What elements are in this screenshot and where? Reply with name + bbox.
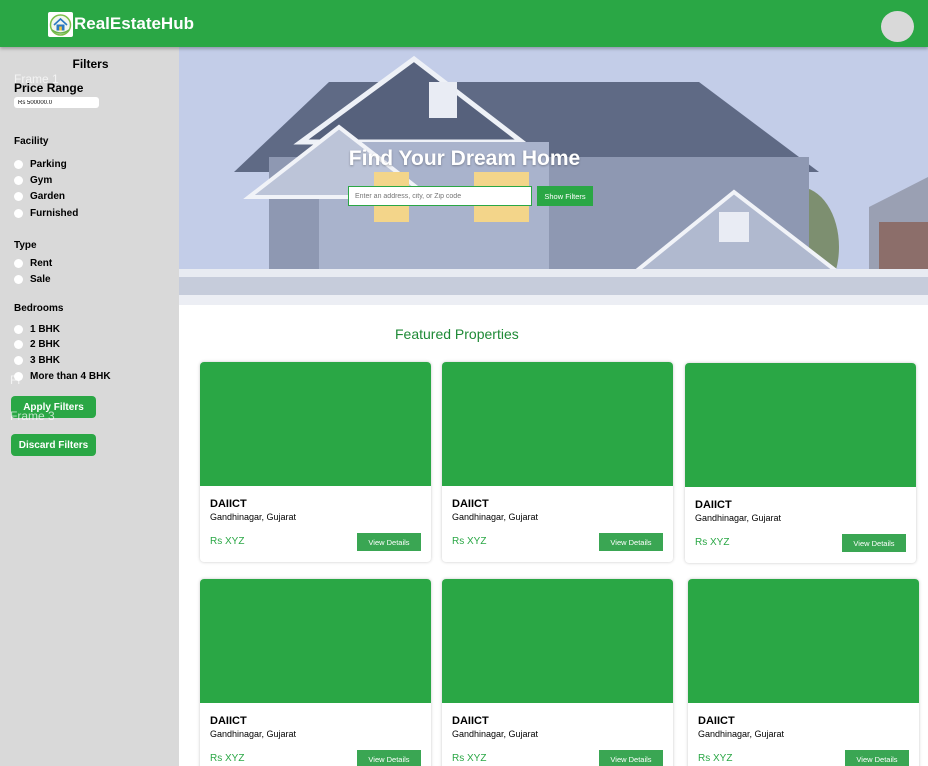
view-details-button[interactable]: View Details (842, 534, 906, 552)
property-location: Gandhinagar, Gujarat (452, 729, 539, 739)
property-image[interactable] (442, 579, 673, 703)
property-card[interactable]: DAIICT Gandhinagar, Gujarat Rs XYZ View … (442, 579, 673, 766)
filters-title: Filters (72, 57, 109, 71)
bedroom-option-2bhk[interactable]: 2 BHK (14, 338, 61, 350)
radio-button[interactable] (14, 355, 23, 365)
option-label: Sale (30, 273, 51, 285)
property-location: Gandhinagar, Gujarat (695, 513, 782, 523)
radio-button[interactable] (14, 191, 23, 201)
radio-button[interactable] (14, 159, 23, 169)
type-option-sale[interactable]: Sale (14, 273, 51, 285)
property-location: Gandhinagar, Gujarat (210, 729, 297, 739)
property-location: Gandhinagar, Gujarat (452, 512, 539, 522)
hero-title: Find Your Dream Home (348, 147, 581, 170)
radio-button[interactable] (14, 175, 23, 185)
property-card[interactable]: DAIICT Gandhinagar, Gujarat Rs XYZ View … (200, 362, 431, 562)
radio-button[interactable] (14, 324, 23, 334)
type-title: Type (14, 240, 37, 251)
property-image[interactable] (688, 579, 919, 703)
view-details-button[interactable]: View Details (845, 750, 909, 766)
property-location: Gandhinagar, Gujarat (698, 729, 785, 739)
bedrooms-title: Bedrooms (14, 303, 64, 314)
property-image[interactable] (200, 579, 431, 703)
top-header: RealEstateHub (0, 0, 928, 47)
option-label: More than 4 BHK (30, 370, 111, 382)
filters-sidebar: Filters Frame 1 Price Range Facility Par… (0, 47, 179, 766)
view-details-button[interactable]: View Details (357, 533, 421, 551)
radio-button[interactable] (14, 274, 23, 284)
property-price: Rs XYZ (452, 536, 487, 547)
hero-banner: Find Your Dream Home Show Filters (179, 47, 928, 305)
type-option-rent[interactable]: Rent (14, 257, 53, 269)
property-price: Rs XYZ (698, 753, 733, 764)
property-name: DAIICT (452, 498, 489, 510)
house-logo-icon[interactable] (48, 12, 73, 37)
radio-button[interactable] (14, 258, 23, 268)
option-label: Parking (30, 158, 67, 170)
brand-name[interactable]: RealEstateHub (74, 14, 194, 34)
bedroom-option-1bhk[interactable]: 1 BHK (14, 323, 61, 335)
radio-button[interactable] (14, 371, 23, 381)
radio-button[interactable] (14, 339, 23, 349)
view-details-button[interactable]: View Details (357, 750, 421, 766)
property-card[interactable]: DAIICT Gandhinagar, Gujarat Rs XYZ View … (688, 579, 919, 766)
property-location: Gandhinagar, Gujarat (210, 512, 297, 522)
address-search-input[interactable] (348, 186, 532, 206)
facility-option-gym[interactable]: Gym (14, 174, 53, 186)
view-details-button[interactable]: View Details (599, 750, 663, 766)
property-price: Rs XYZ (452, 753, 487, 764)
option-label: Gym (30, 174, 53, 186)
property-name: DAIICT (210, 498, 247, 510)
property-price: Rs XYZ (210, 753, 245, 764)
option-label: 1 BHK (30, 323, 61, 335)
show-filters-button[interactable]: Show Filters (537, 186, 593, 206)
frame-3-ghost-label: Frame 3 (10, 409, 55, 423)
view-details-button[interactable]: View Details (599, 533, 663, 551)
property-price: Rs XYZ (695, 537, 730, 548)
property-price: Rs XYZ (210, 536, 245, 547)
bedroom-option-4plus[interactable]: More than 4 BHK (14, 370, 111, 382)
property-card[interactable]: DAIICT Gandhinagar, Gujarat Rs XYZ View … (685, 363, 916, 563)
property-name: DAIICT (210, 715, 247, 727)
option-label: 2 BHK (30, 338, 61, 350)
property-image[interactable] (685, 363, 916, 487)
featured-properties-title: Featured Properties (395, 326, 519, 342)
option-label: Furnished (30, 207, 79, 219)
property-name: DAIICT (698, 715, 735, 727)
facility-option-parking[interactable]: Parking (14, 158, 67, 170)
price-range-input[interactable] (14, 97, 99, 108)
price-range-label: Price Range (14, 81, 84, 95)
property-card[interactable]: DAIICT Gandhinagar, Gujarat Rs XYZ View … (200, 579, 431, 766)
facility-option-garden[interactable]: Garden (14, 190, 66, 202)
property-name: DAIICT (695, 499, 732, 511)
property-name: DAIICT (452, 715, 489, 727)
property-card[interactable]: DAIICT Gandhinagar, Gujarat Rs XYZ View … (442, 362, 673, 562)
facility-title: Facility (14, 136, 49, 147)
property-image[interactable] (200, 362, 431, 486)
discard-filters-button[interactable]: Discard Filters (11, 434, 96, 456)
radio-button[interactable] (14, 208, 23, 218)
option-label: Rent (30, 257, 53, 269)
property-image[interactable] (442, 362, 673, 486)
bedroom-option-3bhk[interactable]: 3 BHK (14, 354, 61, 366)
option-label: 3 BHK (30, 354, 61, 366)
user-avatar[interactable] (881, 11, 914, 42)
option-label: Garden (30, 190, 66, 202)
house-illustration (179, 47, 928, 305)
facility-option-furnished[interactable]: Furnished (14, 207, 79, 219)
